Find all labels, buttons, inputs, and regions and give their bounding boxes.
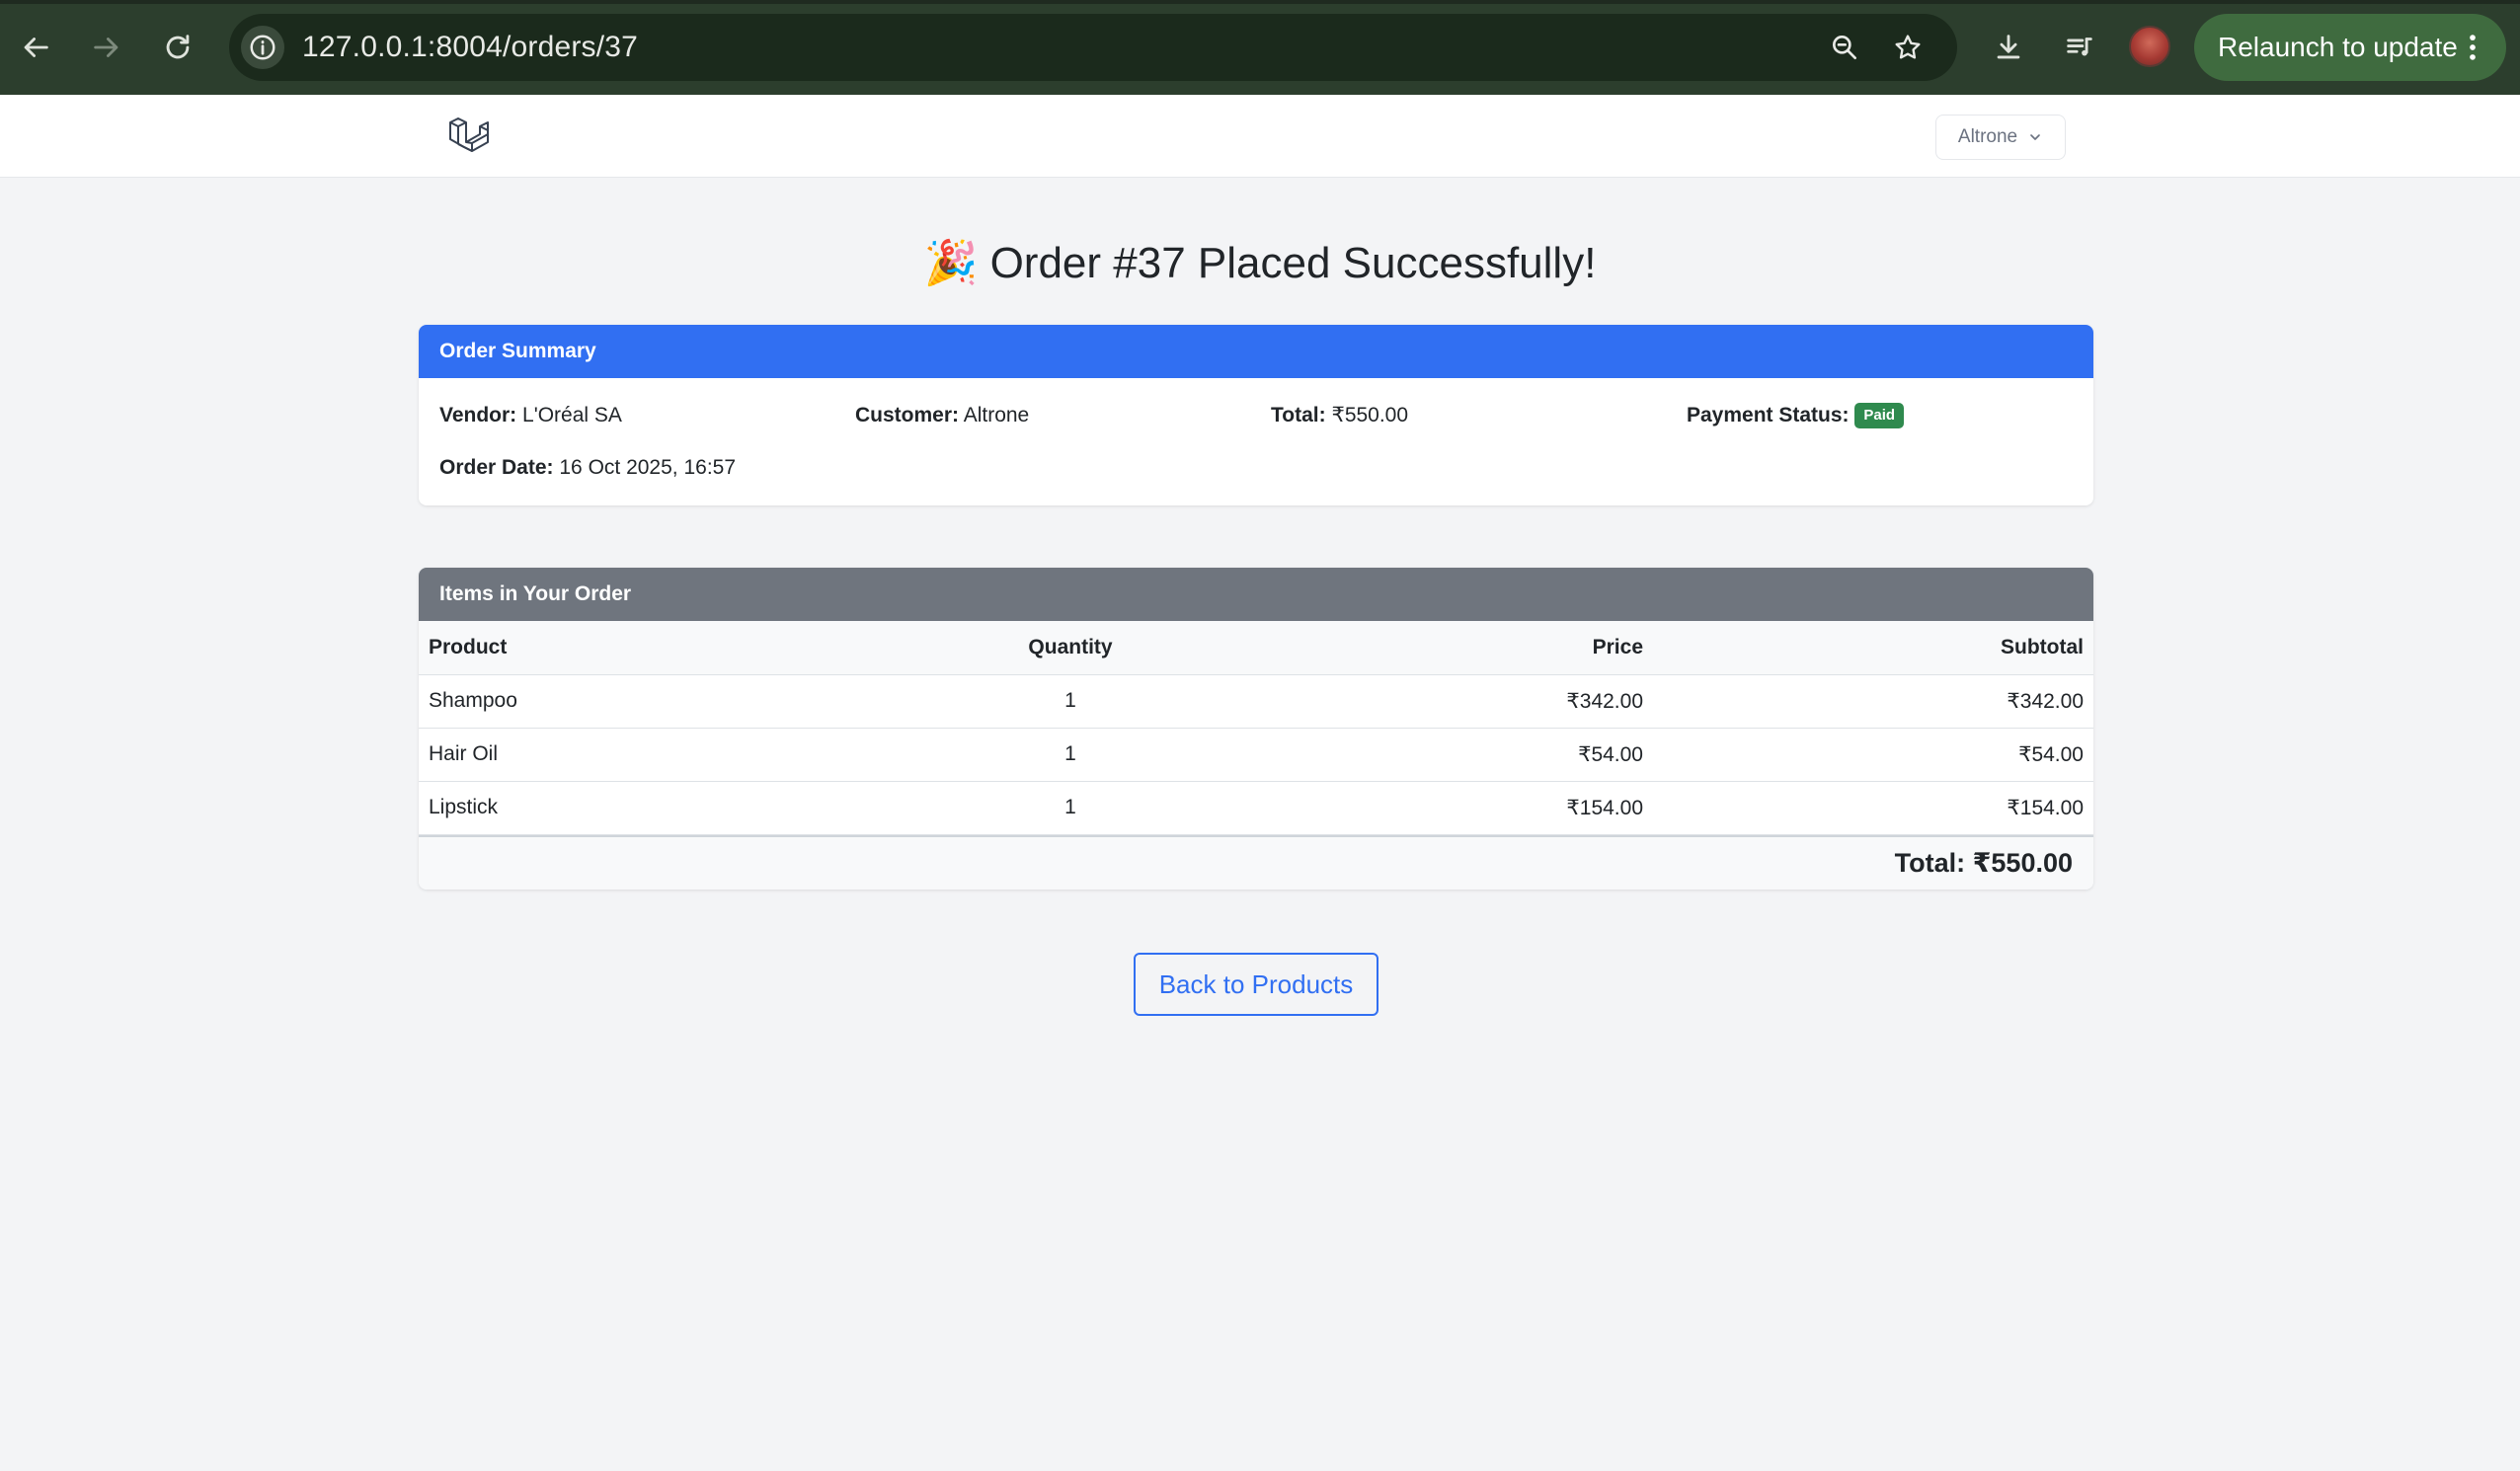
subtotal-cell: ₹154.00 [1653, 781, 2093, 835]
quantity-cell: 1 [1011, 728, 1130, 782]
address-bar[interactable]: 127.0.0.1:8004/orders/37 [229, 14, 1957, 81]
price-cell: ₹342.00 [1130, 674, 1653, 729]
order-summary-card: Order Summary Vendor: L'Oréal SA Custome… [419, 325, 2093, 505]
site-info-button[interactable] [241, 26, 284, 69]
payment-status-label: Payment Status: [1687, 404, 1850, 426]
column-header-quantity: Quantity [1011, 621, 1130, 675]
table-row: Hair Oil 1 ₹54.00 ₹54.00 [419, 728, 2093, 782]
subtotal-cell: ₹342.00 [1653, 674, 2093, 729]
summary-row-2: Order Date: 16 Oct 2025, 16:57 [439, 451, 2079, 485]
order-date-value: 16 Oct 2025, 16:57 [559, 456, 737, 479]
price-cell: ₹154.00 [1130, 781, 1653, 835]
relaunch-label: Relaunch to update [2218, 32, 2458, 62]
quantity-cell: 1 [1011, 781, 1130, 835]
back-nav-button[interactable] [14, 26, 57, 69]
download-icon [1997, 35, 2020, 59]
status-badge: Paid [1854, 403, 1905, 429]
total-field: Total: ₹550.00 [1271, 399, 1408, 432]
media-controls-button[interactable] [2058, 26, 2101, 69]
price-cell: ₹54.00 [1130, 728, 1653, 782]
laravel-logo-icon[interactable] [446, 113, 494, 160]
profile-avatar[interactable] [2129, 26, 2170, 67]
order-date-label: Order Date: [439, 456, 554, 479]
table-row: Shampoo 1 ₹342.00 ₹342.00 [419, 674, 2093, 729]
zoom-button[interactable] [1825, 28, 1864, 67]
zoom-search-icon [1833, 35, 1856, 59]
app-navbar: Altrone [0, 95, 2520, 178]
relaunch-button[interactable]: Relaunch to update [2194, 14, 2506, 81]
reload-button[interactable] [156, 26, 199, 69]
order-items-card: Items in Your Order Product Quantity Pri… [419, 568, 2093, 890]
tab-strip-edge [0, 0, 2520, 4]
info-icon [250, 35, 276, 60]
star-icon [1895, 35, 1921, 59]
order-total-footer: Total: ₹550.00 [419, 834, 2093, 890]
product-cell: Lipstick [419, 781, 1011, 835]
browser-menu-button[interactable] [2453, 28, 2492, 67]
total-label: Total: [1271, 404, 1326, 426]
product-cell: Shampoo [419, 674, 1011, 729]
customer-value: Altrone [963, 404, 1030, 426]
chevron-down-icon [2030, 134, 2040, 140]
arrow-right-icon [94, 38, 118, 57]
queue-music-icon [2067, 38, 2092, 56]
reload-icon [166, 35, 190, 59]
column-header-price: Price [1130, 621, 1653, 675]
page-title-text: Order #37 Placed Successfully! [989, 239, 1597, 287]
user-dropdown[interactable]: Altrone [1935, 115, 2066, 160]
bookmark-button[interactable] [1888, 28, 1928, 67]
payment-status-field: Payment Status: Paid [1687, 399, 1905, 432]
vendor-value: L'Oréal SA [522, 404, 622, 426]
party-popper-icon: 🎉 [923, 239, 979, 287]
items-table: Product Quantity Price Subtotal Shampoo … [419, 621, 2093, 835]
summary-row-1: Vendor: L'Oréal SA Customer: Altrone Tot… [439, 399, 2079, 432]
back-to-products-button[interactable]: Back to Products [1134, 953, 1378, 1016]
downloads-button[interactable] [1987, 26, 2030, 69]
order-items-header: Items in Your Order [419, 568, 2093, 621]
quantity-cell: 1 [1011, 674, 1130, 729]
kebab-menu-icon [2470, 35, 2476, 60]
order-summary-header: Order Summary [419, 325, 2093, 378]
customer-field: Customer: Altrone [855, 399, 1029, 432]
table-header-row: Product Quantity Price Subtotal [419, 621, 2093, 675]
page-title: 🎉 Order #37 Placed Successfully! [0, 237, 2520, 288]
user-name: Altrone [1957, 126, 2018, 147]
customer-label: Customer: [855, 404, 960, 426]
arrow-left-icon [24, 38, 48, 57]
browser-toolbar: 127.0.0.1:8004/orders/37 Relaunch to upd… [0, 0, 2520, 95]
subtotal-cell: ₹54.00 [1653, 728, 2093, 782]
column-header-subtotal: Subtotal [1653, 621, 2093, 675]
product-cell: Hair Oil [419, 728, 1011, 782]
order-date-field: Order Date: 16 Oct 2025, 16:57 [439, 451, 736, 485]
total-value: ₹550.00 [1331, 404, 1409, 426]
vendor-label: Vendor: [439, 404, 517, 426]
column-header-product: Product [419, 621, 1011, 675]
forward-nav-button[interactable] [85, 26, 128, 69]
table-row: Lipstick 1 ₹154.00 ₹154.00 [419, 781, 2093, 835]
vendor-field: Vendor: L'Oréal SA [439, 399, 622, 432]
url-text[interactable]: 127.0.0.1:8004/orders/37 [302, 14, 638, 81]
